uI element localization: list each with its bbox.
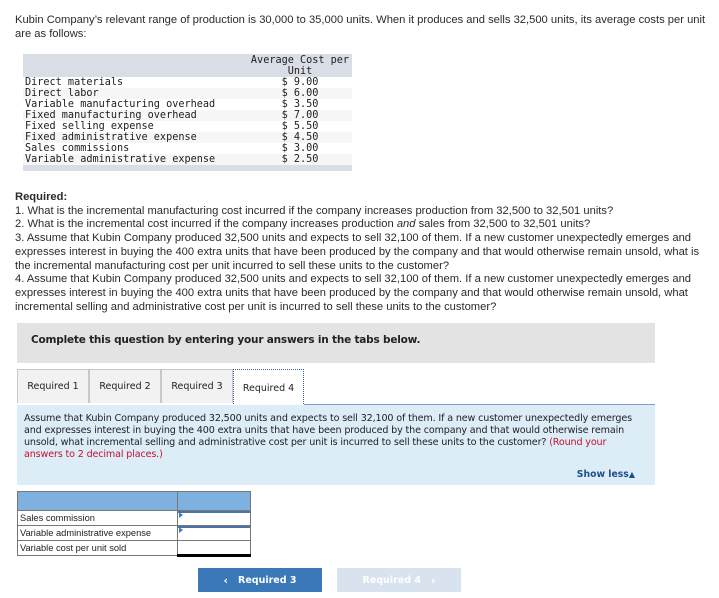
answer-row: Variable cost per unit sold (17, 540, 251, 557)
answer-table: Sales commission Variable administrative… (17, 491, 251, 557)
cost-row: Direct labor $ 6.00 (23, 88, 352, 99)
show-less-label: Show less (576, 469, 629, 480)
cost-row: Variable manufacturing overhead $ 3.50 (23, 99, 352, 110)
tab-required-4[interactable]: Required 4 (233, 369, 304, 406)
required-q2-text: 2. What is the incremental cost incurred… (15, 218, 397, 231)
question-panel: Assume that Kubin Company produced 32,50… (17, 405, 655, 485)
tab-required-1[interactable]: Required 1 (17, 369, 89, 403)
required-q4: 4. Assume that Kubin Company produced 32… (15, 273, 692, 313)
cost-table-header-row: Average Cost per Unit (23, 54, 352, 77)
cost-label: Direct labor (23, 88, 248, 99)
answer-label: Variable cost per unit sold (17, 540, 178, 556)
cost-value: $ 5.50 (281, 121, 319, 132)
cost-label: Fixed selling expense (25, 121, 154, 132)
tab-bar: Required 1 Required 2 Required 3 Require… (17, 369, 655, 406)
variable-cost-total (177, 540, 251, 557)
cost-label: Sales commissions (25, 143, 130, 154)
required-q2-text-end: sales from 32,500 to 32,501 units? (415, 218, 591, 231)
cost-label: Variable administrative expense (23, 154, 248, 165)
input-flag-icon (179, 527, 183, 533)
panel-question: Assume that Kubin Company produced 32,50… (24, 413, 644, 461)
answer-label: Sales commission (17, 510, 178, 526)
chevron-right-icon: › (430, 573, 436, 587)
cost-row: Fixed administrative expense $ 4.50 (23, 132, 352, 143)
prev-required-button[interactable]: ‹ Required 3 (198, 568, 322, 592)
cost-label: Variable manufacturing overhead (25, 99, 216, 110)
cost-row: Variable administrative expense $ 2.50 (23, 154, 352, 165)
cost-value: $ 9.00 (281, 77, 319, 88)
instructions-bar: Complete this question by entering your … (17, 323, 655, 363)
cost-row: Sales commissions $ 3.00 (23, 143, 352, 154)
problem-intro: Kubin Company’s relevant range of produc… (15, 14, 706, 40)
input-flag-icon (179, 512, 183, 518)
cost-label: Direct materials (25, 77, 124, 88)
tab-required-3[interactable]: Required 3 (161, 369, 233, 403)
cost-label: Fixed manufacturing overhead (23, 110, 248, 121)
cost-value: $ 7.00 (248, 110, 352, 121)
instructions-text: Complete this question by entering your … (31, 334, 421, 346)
cost-label: Fixed administrative expense (23, 132, 248, 143)
variable-admin-expense-input[interactable] (178, 526, 250, 540)
panel-question-text: Assume that Kubin Company produced 32,50… (24, 413, 632, 448)
answer-table-header (17, 491, 251, 511)
next-required-label: Required 4 (362, 574, 421, 586)
required-q3: 3. Assume that Kubin Company produced 32… (15, 232, 700, 272)
cost-value: $ 3.50 (281, 99, 319, 110)
required-heading: Required: (15, 191, 68, 203)
cost-row: Direct materials $ 9.00 (23, 77, 352, 88)
cost-value: $ 4.50 (248, 132, 352, 143)
cost-row: Fixed selling expense $ 5.50 (23, 121, 352, 132)
sales-commission-input[interactable] (178, 511, 250, 525)
cost-value: $ 3.00 (281, 143, 319, 154)
answer-label: Variable administrative expense (17, 525, 178, 541)
cost-table-value-header: Average Cost per Unit (248, 54, 352, 77)
cost-value: $ 6.00 (248, 88, 352, 99)
cost-table-footer (23, 165, 352, 171)
next-required-button[interactable]: Required 4 › (337, 568, 461, 592)
prev-required-label: Required 3 (238, 574, 297, 586)
chevron-left-icon: ‹ (223, 573, 229, 587)
show-less-link[interactable]: Show less▲ (577, 469, 635, 480)
tab-required-2[interactable]: Required 2 (89, 369, 161, 403)
triangle-up-icon: ▲ (628, 470, 635, 479)
answer-row: Sales commission (17, 510, 251, 526)
cost-table-label-header (23, 54, 248, 77)
cost-value: $ 2.50 (248, 154, 352, 165)
answer-row: Variable administrative expense (17, 525, 251, 541)
required-q2-emphasis: and (396, 218, 416, 231)
required-section: Required: 1. What is the incremental man… (15, 191, 715, 314)
cost-row: Fixed manufacturing overhead $ 7.00 (23, 110, 352, 121)
required-q1: 1. What is the incremental manufacturing… (15, 204, 614, 217)
required-q2: 2. What is the incremental cost incurred… (15, 218, 715, 232)
cost-table: Average Cost per Unit Direct materials $ … (23, 54, 352, 171)
